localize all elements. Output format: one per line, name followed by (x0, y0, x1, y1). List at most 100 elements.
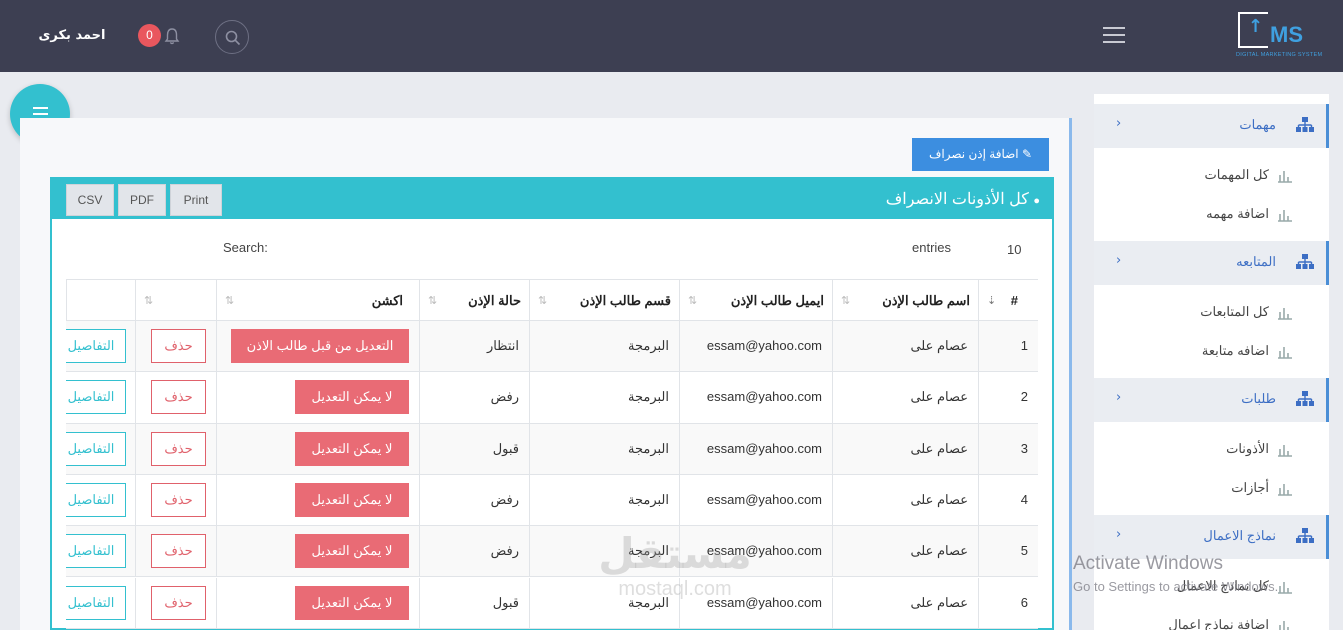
chevron-right-icon: › (1116, 527, 1122, 542)
sidebar-item-label: اضافة نماذج اعمال (1168, 617, 1269, 630)
cell-status: قبول (419, 423, 529, 474)
bell-icon[interactable] (164, 27, 184, 47)
edit-action-button[interactable]: لا يمكن التعديل (295, 534, 409, 569)
bar-chart-icon (1278, 484, 1292, 496)
details-button[interactable]: التفاصيل (66, 534, 126, 569)
edit-action-button[interactable]: لا يمكن التعديل (295, 585, 409, 620)
cell-email: essam@yahoo.com (679, 474, 832, 526)
sidebar-section-tasks[interactable]: مهمات › (1094, 104, 1329, 148)
table-header-row: # ⇣ اسم طالب الإذن ⇅ ايميل طالب الإذن ⇅ … (66, 279, 1038, 321)
details-button[interactable]: التفاصيل (66, 585, 126, 620)
table-row: 4 عصام على essam@yahoo.com البرمجة رفض لا يمك… (66, 474, 1038, 527)
edit-action-button[interactable]: لا يمكن التعديل (295, 482, 409, 517)
sidebar-item-label: اضافة مهمه (1206, 206, 1269, 221)
pdf-button[interactable]: PDF (118, 184, 166, 216)
sidebar-item-add-template[interactable]: اضافة نماذج اعمال (1094, 606, 1329, 630)
bar-chart-icon (1278, 445, 1292, 457)
add-leave-permission-button[interactable]: ✎ اضافة إذن نصراف (912, 138, 1049, 171)
col-header-details (66, 280, 135, 320)
logo-text: MS (1270, 22, 1303, 47)
sitemap-icon (1296, 254, 1314, 269)
cell-name: عصام على (832, 372, 978, 423)
panel-title-text: كل الأذونات الانصراف (885, 191, 1029, 208)
bar-chart-icon (1279, 621, 1289, 630)
sidebar-item-all-tasks[interactable]: كل المهمات (1094, 156, 1329, 195)
sidebar-item-label: كل المتابعات (1200, 304, 1269, 319)
sidebar: مهمات › كل المهمات اضافة مهمه المتابعه ›… (1094, 94, 1329, 630)
details-button[interactable]: التفاصيل (66, 431, 126, 466)
entries-select[interactable]: 10 (1007, 242, 1021, 257)
cell-num: 1 (978, 321, 1038, 372)
sidebar-item-add-followup[interactable]: اضافه متابعة (1094, 332, 1329, 371)
details-button[interactable]: التفاصيل (66, 482, 126, 517)
chevron-right-icon: › (1116, 116, 1122, 131)
details-button[interactable]: التفاصيل (66, 329, 126, 363)
sitemap-icon (1296, 117, 1314, 132)
sidebar-item-add-task[interactable]: اضافة مهمه (1094, 195, 1329, 234)
cell-email: essam@yahoo.com (679, 423, 832, 474)
sidebar-section-requests[interactable]: طلبات › (1094, 378, 1329, 422)
sort-icon: ⇅ (144, 294, 154, 307)
edit-action-button[interactable]: التعديل من قبل طالب الاذن (231, 329, 409, 363)
sidebar-item-vacations[interactable]: أجازات (1094, 469, 1329, 508)
cell-dept: البرمجة (529, 474, 679, 526)
delete-button[interactable]: حذف (151, 585, 206, 620)
delete-button[interactable]: حذف (151, 534, 206, 569)
cell-dept: البرمجة (529, 372, 679, 423)
sidebar-item-permissions[interactable]: الأذونات (1094, 430, 1329, 469)
col-header-action[interactable]: اكشن ⇅ (216, 280, 419, 320)
col-header-email[interactable]: ايميل طالب الإذن ⇅ (679, 280, 832, 320)
dms-logo[interactable]: ↑ MS DIGITAL MARKETING SYSTEM (1236, 8, 1322, 62)
details-button[interactable]: التفاصيل (66, 380, 126, 415)
cell-status: انتظار (419, 321, 529, 372)
sort-icon: ⇅ (428, 294, 438, 307)
sidebar-section-followups[interactable]: المتابعه › (1094, 241, 1329, 285)
cell-email: essam@yahoo.com (679, 372, 832, 423)
bar-chart-icon (1278, 582, 1292, 594)
cell-status: رفض (419, 526, 529, 577)
notification-badge[interactable]: 0 (138, 24, 161, 47)
edit-action-button[interactable]: لا يمكن التعديل (295, 431, 409, 466)
watermark-english: mostaql.com (618, 578, 732, 600)
col-header-name[interactable]: اسم طالب الإذن ⇅ (832, 280, 978, 320)
menu-toggle-icon[interactable] (1103, 27, 1125, 43)
edit-action-button[interactable]: لا يمكن التعديل (295, 380, 409, 415)
search-icon (225, 30, 241, 46)
search-button[interactable] (215, 20, 249, 54)
top-navbar: ↑ MS DIGITAL MARKETING SYSTEM 0 احمد بكر… (0, 0, 1343, 72)
logo-tagline: DIGITAL MARKETING SYSTEM (1236, 52, 1323, 58)
mostaql-watermark: مستقل mostaql.com (590, 529, 760, 601)
col-header-dept[interactable]: قسم طالب الإذن ⇅ (529, 280, 679, 320)
activate-subtitle: Go to Settings to activate Windows. (1073, 579, 1279, 594)
csv-button[interactable]: CSV (66, 184, 114, 216)
add-button-label: اضافة إذن نصراف (928, 147, 1019, 161)
activate-title: Activate Windows (1073, 553, 1223, 574)
delete-button[interactable]: حذف (151, 431, 206, 466)
cell-num: 6 (978, 577, 1038, 628)
cell-name: عصام على (832, 474, 978, 526)
permissions-table: # ⇣ اسم طالب الإذن ⇅ ايميل طالب الإذن ⇅ … (66, 279, 1038, 630)
delete-button[interactable]: حذف (151, 329, 206, 363)
sidebar-item-all-followups[interactable]: كل المتابعات (1094, 293, 1329, 332)
print-button[interactable]: Print (170, 184, 222, 216)
user-name[interactable]: احمد بكرى (34, 28, 110, 43)
col-header-status[interactable]: حالة الإذن ⇅ (419, 280, 529, 320)
delete-button[interactable]: حذف (151, 482, 206, 517)
cell-num: 2 (978, 372, 1038, 423)
col-header-num[interactable]: # ⇣ (978, 280, 1038, 320)
bar-chart-icon (1278, 171, 1292, 183)
sort-desc-icon: ⇣ (987, 294, 997, 307)
sidebar-section-label: مهمات (1239, 117, 1276, 132)
cell-dept: البرمجة (529, 423, 679, 474)
table-row: 6 عصام على essam@yahoo.com البرمجة قبول لا يم… (66, 577, 1038, 629)
sidebar-item-label: كل المهمات (1204, 167, 1269, 182)
watermark-arabic: مستقل (598, 529, 752, 578)
panel-header: ● كل الأذونات الانصراف Print PDF CSV (52, 179, 1052, 219)
sidebar-item-label: اضافه متابعة (1201, 343, 1269, 358)
sidebar-item-label: أجازات (1231, 480, 1269, 495)
logo-arrow-icon: ↑ (1248, 16, 1264, 37)
delete-button[interactable]: حذف (151, 380, 206, 415)
sidebar-section-label: طلبات (1241, 391, 1276, 406)
col-header-delete[interactable]: ⇅ (135, 280, 216, 320)
sitemap-icon (1296, 528, 1314, 543)
